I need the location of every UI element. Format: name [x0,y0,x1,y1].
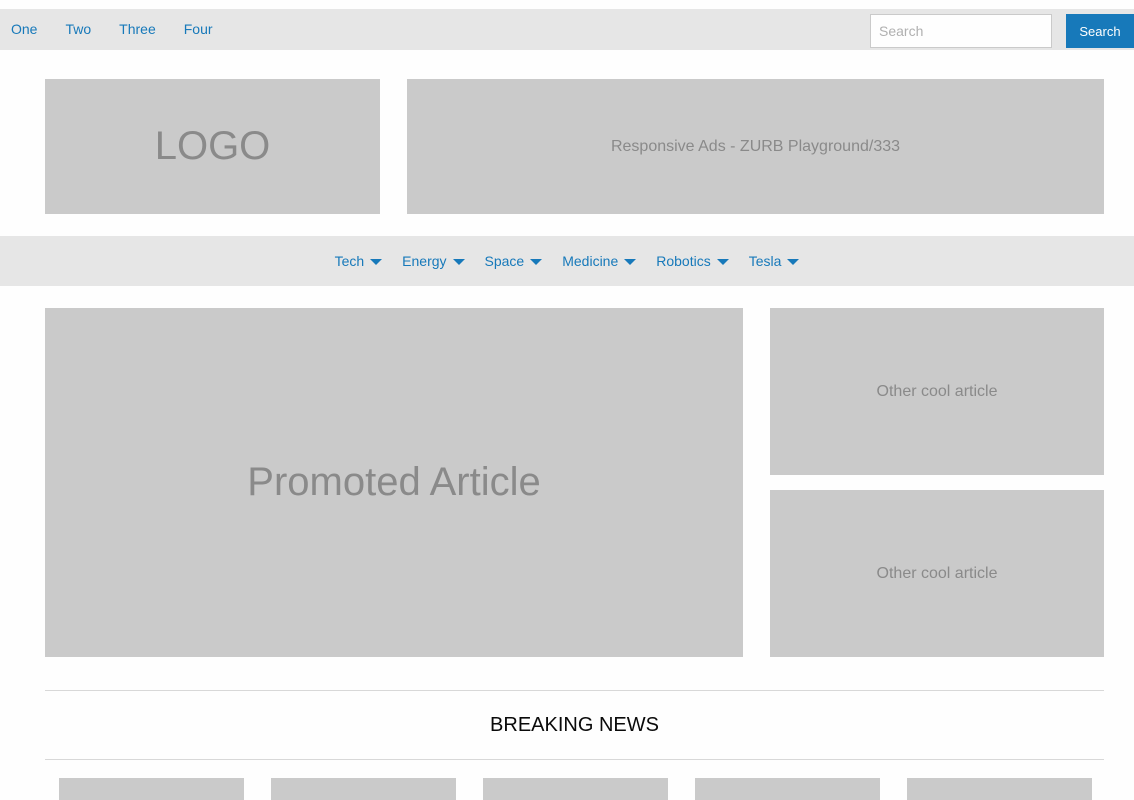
category-energy[interactable]: Energy [392,253,474,269]
category-medicine[interactable]: Medicine [552,253,646,269]
top-nav-item-four[interactable]: Four [170,9,227,50]
caret-down-icon [624,259,637,265]
news-thumbnail[interactable] [59,778,244,800]
caret-down-icon [530,259,543,265]
news-thumbnail[interactable] [695,778,880,800]
category-tesla[interactable]: Tesla [739,253,810,269]
news-thumbnail[interactable] [271,778,456,800]
ad-text: Responsive Ads - ZURB Playground/333 [610,137,901,155]
top-nav: One Two Three Four [0,9,227,50]
category-tech[interactable]: Tech [325,253,393,269]
category-label: Robotics [656,253,711,269]
category-robotics[interactable]: Robotics [646,253,738,269]
promoted-article[interactable]: Promoted Article [45,308,743,657]
top-nav-item-one[interactable]: One [0,9,51,50]
category-space[interactable]: Space [475,253,553,269]
category-label: Space [484,253,525,269]
top-nav-item-three[interactable]: Three [105,9,170,50]
breaking-news-heading: BREAKING NEWS [490,713,659,736]
category-label: Energy [402,253,447,269]
promoted-article-title: Promoted Article [247,460,541,504]
category-label: Tesla [748,253,782,269]
caret-down-icon [716,259,729,265]
divider [45,759,1104,760]
top-bar: One Two Three Four Search [0,9,1134,50]
ad-placeholder[interactable]: Responsive Ads - ZURB Playground/333 [407,79,1104,214]
category-label: Medicine [562,253,619,269]
news-thumbnail[interactable] [907,778,1092,800]
search-button[interactable]: Search [1066,14,1134,48]
side-article-1[interactable]: Other cool article [770,308,1104,475]
category-bar: Tech Energy Space Medicine Robotics Tesl… [0,236,1134,286]
news-thumbnail[interactable] [483,778,668,800]
caret-down-icon [452,259,465,265]
category-label: Tech [334,253,365,269]
side-article-2[interactable]: Other cool article [770,490,1104,657]
side-article-title: Other cool article [876,564,998,582]
top-nav-item-two[interactable]: Two [51,9,105,50]
caret-down-icon [370,259,383,265]
caret-down-icon [787,259,800,265]
search-input[interactable] [870,14,1052,48]
logo-text: LOGO [154,124,271,168]
side-article-title: Other cool article [876,382,998,400]
logo-placeholder[interactable]: LOGO [45,79,380,214]
